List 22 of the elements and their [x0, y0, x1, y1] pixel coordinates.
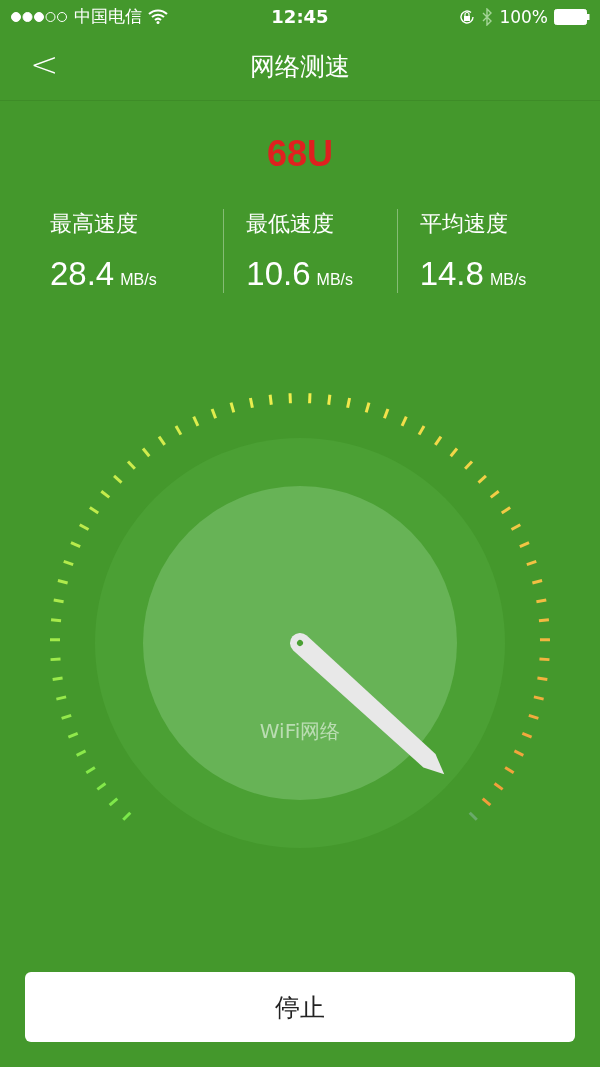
- page-title: 网络测速: [250, 51, 350, 83]
- speed-unit: MB/s: [120, 271, 157, 289]
- stat-label: 最高速度: [50, 210, 139, 238]
- rotation-lock-icon: [458, 7, 477, 26]
- stop-button[interactable]: 停止: [25, 972, 575, 1042]
- speed-value: 28.4: [50, 255, 115, 293]
- score-value: 68U: [266, 133, 333, 175]
- status-time: 12:45: [271, 6, 329, 27]
- back-button[interactable]: <: [22, 47, 67, 81]
- bluetooth-icon: [482, 7, 494, 26]
- speed-value: 10.6: [246, 255, 311, 293]
- stat-label: 最低速度: [246, 210, 336, 238]
- signal-icon: [10, 10, 68, 23]
- wifi-icon: [148, 9, 168, 24]
- battery-icon: [554, 8, 590, 25]
- speed-unit: MB/s: [489, 271, 527, 289]
- carrier-name: 中国电信: [74, 5, 142, 28]
- speed-value: 14.8: [419, 255, 484, 293]
- battery-percent: 100%: [499, 6, 548, 27]
- network-type-label: WiFi网络: [258, 718, 342, 745]
- stat-label: 平均速度: [419, 210, 509, 238]
- speed-unit: MB/s: [316, 271, 353, 289]
